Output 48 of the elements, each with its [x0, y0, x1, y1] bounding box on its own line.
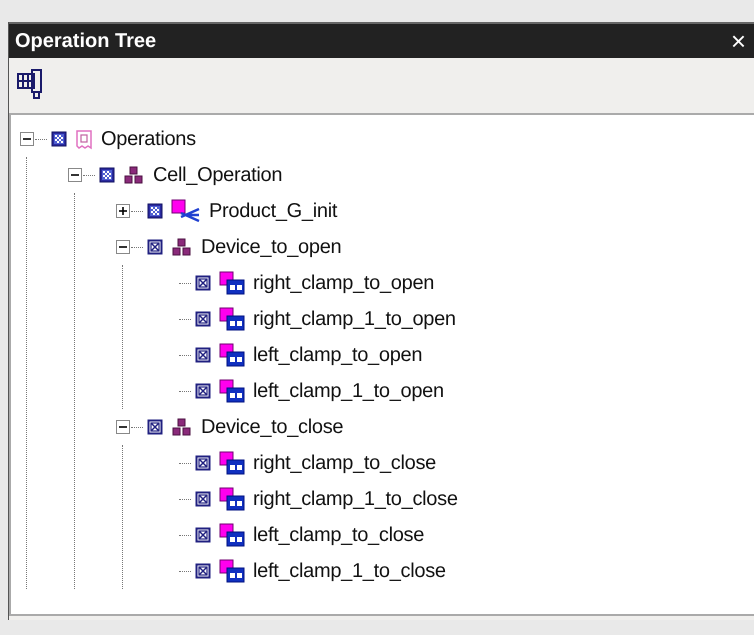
collapse-toggle[interactable]: [20, 132, 34, 146]
partial-checkbox[interactable]: [147, 203, 163, 219]
device-icon: [219, 379, 245, 403]
tree-item[interactable]: right_clamp_1_to_open: [253, 304, 456, 334]
plus-icon: [118, 206, 128, 216]
tree-item[interactable]: left_clamp_1_to_close: [253, 556, 446, 586]
collapse-toggle[interactable]: [116, 420, 130, 434]
squares-icon: [171, 417, 193, 437]
collapse-toggle[interactable]: [68, 168, 82, 182]
tree-item[interactable]: Product_G_init: [209, 196, 338, 226]
tree-item[interactable]: right_clamp_to_open: [253, 268, 434, 298]
device-icon: [219, 307, 245, 331]
tree-item[interactable]: Device_to_close: [201, 412, 344, 442]
table-icon[interactable]: [17, 68, 43, 100]
device-icon: [219, 451, 245, 475]
device-icon: [219, 523, 245, 547]
tree-item[interactable]: right_clamp_to_close: [253, 448, 436, 478]
tree-item[interactable]: left_clamp_to_close: [253, 520, 424, 550]
tree-item[interactable]: left_clamp_1_to_open: [253, 376, 444, 406]
checkbox[interactable]: [195, 311, 211, 327]
checkbox[interactable]: [195, 527, 211, 543]
checkbox[interactable]: [147, 239, 163, 255]
device-icon: [219, 343, 245, 367]
close-button[interactable]: ×: [722, 26, 754, 56]
checkbox[interactable]: [147, 419, 163, 435]
device-icon: [219, 271, 245, 295]
squares-icon: [123, 165, 145, 185]
tree-item[interactable]: left_clamp_to_open: [253, 340, 422, 370]
expand-toggle[interactable]: [116, 204, 130, 218]
checkbox[interactable]: [195, 383, 211, 399]
checkbox[interactable]: [195, 275, 211, 291]
tree-item[interactable]: Cell_Operation: [153, 160, 282, 190]
partial-checkbox[interactable]: [51, 131, 67, 147]
squares-icon: [171, 237, 193, 257]
checkbox[interactable]: [195, 563, 211, 579]
flow-icon: [171, 199, 201, 223]
tree-item[interactable]: Operations: [101, 124, 196, 154]
checkbox[interactable]: [195, 455, 211, 471]
device-icon: [219, 559, 245, 583]
tree-item[interactable]: right_clamp_1_to_close: [253, 484, 458, 514]
panel-title: Operation Tree: [14, 29, 156, 54]
checkbox[interactable]: [195, 491, 211, 507]
tree-item[interactable]: Device_to_open: [201, 232, 342, 262]
device-icon: [219, 487, 245, 511]
partial-checkbox[interactable]: [99, 167, 115, 183]
clipboard-icon: [75, 128, 93, 150]
collapse-toggle[interactable]: [116, 240, 130, 254]
checkbox[interactable]: [195, 347, 211, 363]
